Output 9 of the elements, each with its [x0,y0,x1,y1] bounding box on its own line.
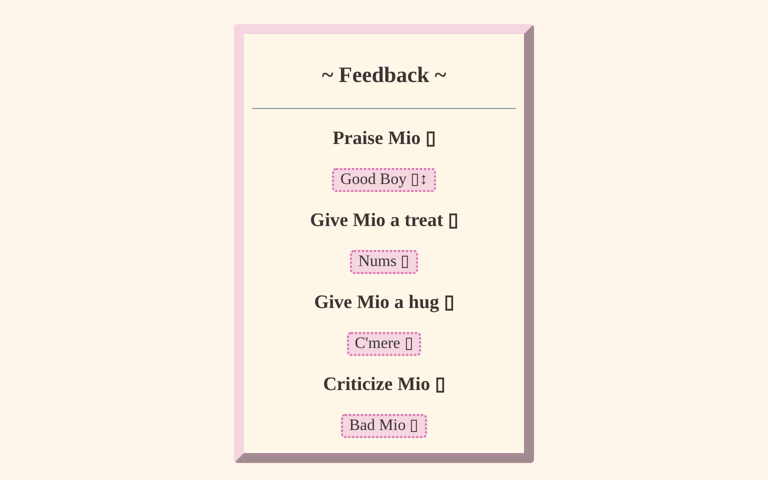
feedback-button[interactable]: C'mere ▯ [346,332,422,356]
section-heading: Give Mio a hug ▯ [314,291,454,315]
feedback-button[interactable]: Bad Mio ▯ [341,414,427,438]
panel-title: ~ Feedback ~ [322,62,446,88]
section-heading: Criticize Mio ▯ [323,373,445,397]
feedback-button[interactable]: Good Boy ▯↕ [332,168,436,192]
section-heading: Give Mio a treat ▯ [310,209,458,233]
section-heading: Praise Mio ▯ [332,127,436,151]
feedback-button[interactable]: Nums ▯ [350,250,418,274]
